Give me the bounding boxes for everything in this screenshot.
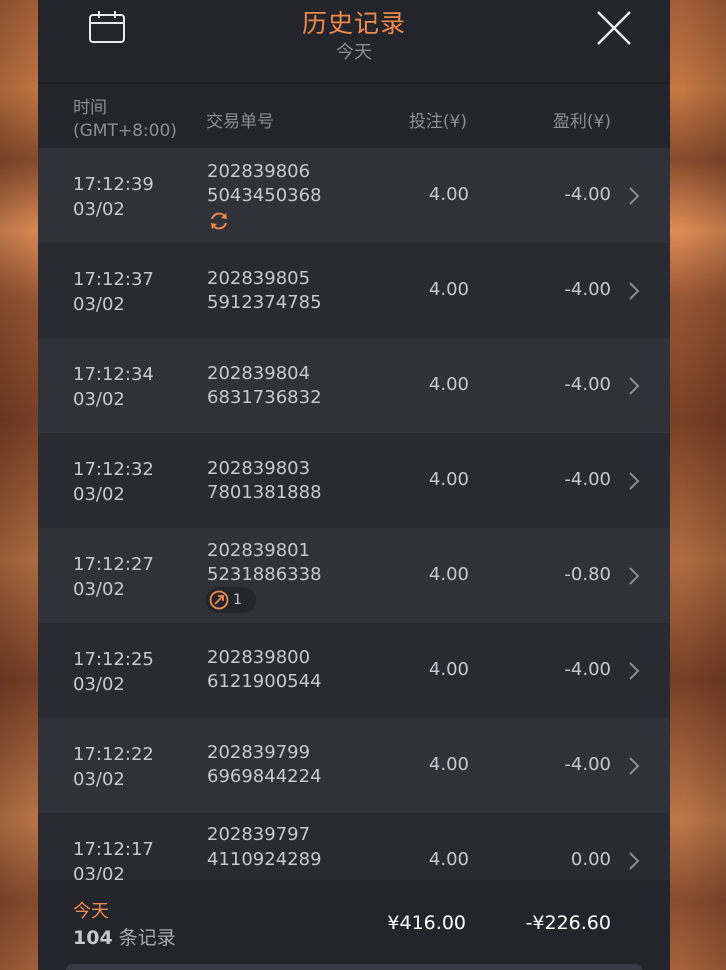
row-profit: -4.00 [564, 374, 611, 395]
row-time: 17:12:32 [73, 459, 154, 480]
summary-footer: 今天 104 条记录 ¥416.00 -¥226.60 [38, 880, 670, 970]
refresh-icon [211, 212, 227, 230]
record-count: 104 条记录 [73, 923, 176, 950]
history-panel: 历史记录 今天 时间 (GMT+8:00) 交易单号 投注(¥) 盈利(¥) 1… [38, 0, 670, 970]
row-order-part1: 202839799 [207, 742, 311, 763]
history-row[interactable]: 17:12:22 03/02 202839799 6969844224 4.00… [38, 718, 670, 813]
row-time: 17:12:27 [73, 554, 154, 575]
history-row[interactable]: 17:12:39 03/02 202839806 5043450368 4.00… [38, 148, 670, 243]
cashout-badge: 1 [206, 587, 256, 613]
row-date: 03/02 [73, 769, 125, 790]
chevron-right-icon [629, 472, 640, 490]
row-order-part1: 202839805 [207, 268, 311, 289]
row-order-part2: 4110924289 [207, 849, 322, 870]
column-time: 时间 [73, 98, 107, 118]
row-stake: 4.00 [428, 469, 469, 490]
row-time: 17:12:34 [73, 364, 154, 385]
row-time: 17:12:22 [73, 744, 154, 765]
row-time: 17:12:25 [73, 649, 154, 670]
row-stake: 4.00 [428, 279, 469, 300]
row-profit: -4.00 [564, 279, 611, 300]
column-order: 交易单号 [206, 112, 274, 132]
row-date: 03/02 [73, 389, 125, 410]
row-date: 03/02 [73, 294, 125, 315]
column-timezone: (GMT+8:00) [73, 121, 177, 141]
history-row[interactable]: 17:12:27 03/02 202839801 5231886338 1 4.… [38, 528, 670, 623]
chevron-right-icon [629, 662, 640, 680]
close-icon[interactable] [594, 8, 634, 48]
row-time: 17:12:17 [73, 839, 154, 860]
row-time: 17:12:39 [73, 174, 154, 195]
row-order-part1: 202839803 [207, 458, 311, 479]
row-time: 17:12:37 [73, 269, 154, 290]
row-stake: 4.00 [428, 564, 469, 585]
row-stake: 4.00 [428, 374, 469, 395]
row-order-part2: 6831736832 [207, 387, 322, 408]
row-profit: 0.00 [570, 849, 611, 870]
row-stake: 4.00 [428, 184, 469, 205]
row-order-part1: 202839801 [207, 540, 311, 561]
row-date: 03/02 [73, 484, 125, 505]
row-stake: 4.00 [428, 849, 469, 870]
row-profit: -4.00 [564, 659, 611, 680]
row-profit: -4.00 [564, 469, 611, 490]
history-row[interactable]: 17:12:25 03/02 202839800 6121900544 4.00… [38, 623, 670, 718]
row-profit: -4.00 [564, 754, 611, 775]
record-count-suffix: 条记录 [118, 927, 176, 949]
page-subtitle: 今天 [336, 42, 372, 63]
row-profit: -4.00 [564, 184, 611, 205]
row-order-part2: 6121900544 [207, 671, 322, 692]
chevron-right-icon [629, 187, 640, 205]
row-order-part2: 6969844224 [207, 766, 322, 787]
history-row[interactable]: 17:12:37 03/02 202839805 5912374785 4.00… [38, 243, 670, 338]
total-stake: ¥416.00 [387, 912, 466, 934]
chevron-right-icon [629, 377, 640, 395]
row-date: 03/02 [73, 199, 125, 220]
row-date: 03/02 [73, 674, 125, 695]
footer-period: 今天 [73, 901, 109, 922]
record-count-number: 104 [73, 927, 113, 949]
panel-header: 历史记录 今天 [38, 0, 670, 84]
cashout-icon [209, 590, 229, 610]
column-stake: 投注(¥) [408, 112, 467, 132]
chevron-right-icon [629, 567, 640, 585]
chevron-right-icon [629, 852, 640, 870]
row-order-part2: 7801381888 [207, 482, 322, 503]
row-order-part2: 5912374785 [207, 292, 322, 313]
total-profit: -¥226.60 [525, 912, 611, 934]
bottom-bar [66, 964, 642, 970]
row-order-part1: 202839806 [207, 161, 311, 182]
row-order-part1: 202839797 [207, 824, 311, 845]
row-order-part2: 5231886338 [207, 564, 322, 585]
row-order-part2: 5043450368 [207, 185, 322, 206]
row-stake: 4.00 [428, 754, 469, 775]
column-profit: 盈利(¥) [552, 112, 611, 132]
row-profit: -0.80 [564, 564, 611, 585]
row-stake: 4.00 [428, 659, 469, 680]
row-order-part1: 202839804 [207, 363, 311, 384]
chevron-right-icon [629, 757, 640, 775]
page-title: 历史记录 [301, 9, 406, 38]
history-row[interactable]: 17:12:32 03/02 202839803 7801381888 4.00… [38, 433, 670, 528]
chevron-right-icon [629, 282, 640, 300]
column-header: 时间 (GMT+8:00) 交易单号 投注(¥) 盈利(¥) [38, 84, 670, 148]
history-row[interactable]: 17:12:34 03/02 202839804 6831736832 4.00… [38, 338, 670, 433]
row-date: 03/02 [73, 579, 125, 600]
row-order-part1: 202839800 [207, 647, 311, 668]
